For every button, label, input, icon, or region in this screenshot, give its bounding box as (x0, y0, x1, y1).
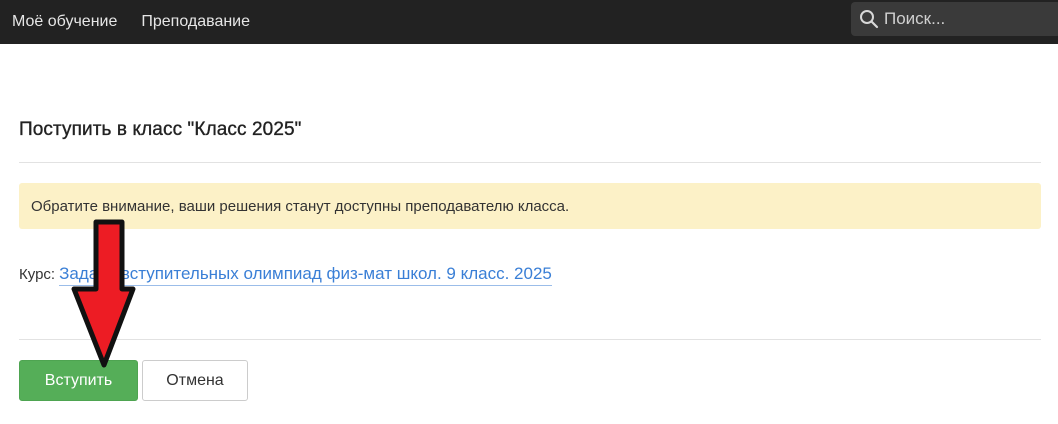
search-input[interactable] (884, 4, 1044, 34)
red-arrow-annotation (71, 219, 136, 368)
course-label: Курс: (19, 266, 56, 283)
notice-text: Обратите внимание, ваши решения станут д… (31, 197, 570, 215)
page-title: Поступить в класс "Класс 2025" (19, 119, 302, 140)
top-navbar: Моё обучение Преподавание (0, 0, 1058, 44)
nav-teaching[interactable]: Преподавание (129, 0, 262, 44)
search-icon (860, 10, 879, 29)
search-box[interactable] (851, 2, 1058, 36)
divider-top (19, 162, 1041, 163)
nav-my-learning[interactable]: Моё обучение (0, 0, 129, 44)
